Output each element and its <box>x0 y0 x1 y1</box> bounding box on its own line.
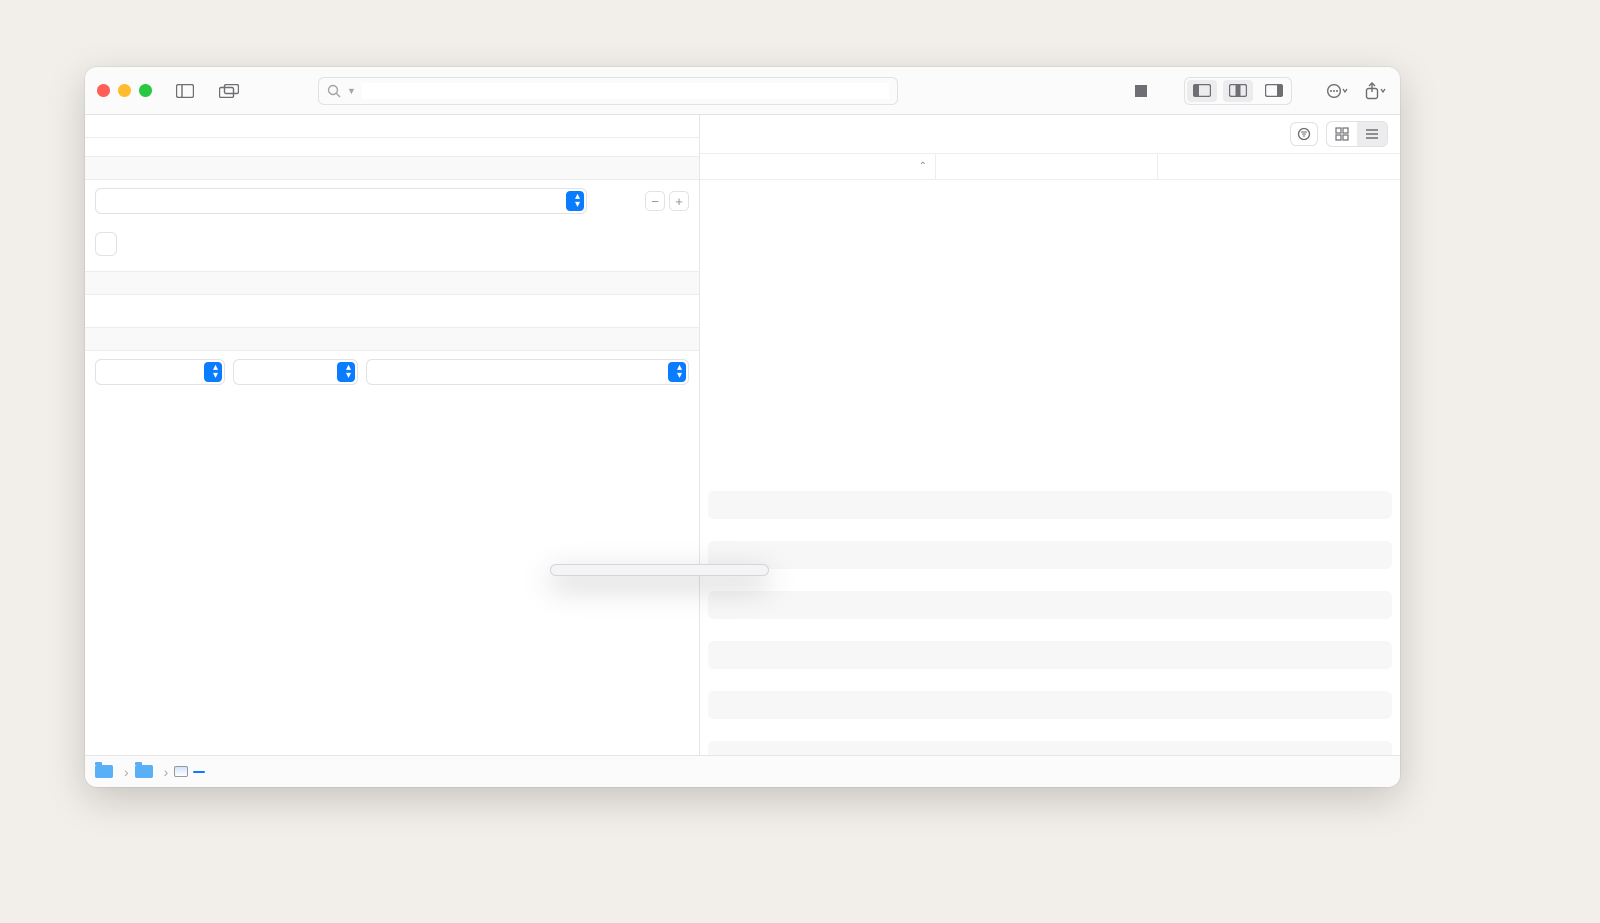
path-segment-selected[interactable] <box>174 766 205 777</box>
location-select[interactable]: ▴▾ <box>95 188 587 214</box>
layout-right-icon[interactable] <box>1259 80 1289 102</box>
fullscreen-button[interactable] <box>139 84 152 97</box>
results-rows <box>700 180 1400 473</box>
layout-split-icon[interactable] <box>1223 80 1253 102</box>
remove-button[interactable]: − <box>645 191 665 211</box>
results-pane: ⌃ <box>700 115 1400 787</box>
limit-heading <box>85 327 699 351</box>
column-name[interactable]: ⌃ <box>700 154 936 179</box>
search-input[interactable] <box>362 83 889 99</box>
layout-segment <box>1184 77 1292 105</box>
limit-order-select[interactable]: ▴▾ <box>233 359 358 385</box>
chevron-right-icon: › <box>164 764 169 780</box>
exclude-locations-chip[interactable] <box>95 232 117 256</box>
column-kind[interactable] <box>936 154 1158 179</box>
refine-heading <box>85 115 699 138</box>
windows-icon[interactable] <box>214 78 244 104</box>
more-menu-icon[interactable] <box>1322 78 1352 104</box>
path-segment[interactable] <box>135 765 158 778</box>
locations-heading <box>85 156 699 180</box>
column-modified[interactable] <box>1158 154 1400 179</box>
list-view-icon[interactable] <box>1357 122 1387 146</box>
grid-view-icon[interactable] <box>1327 122 1357 146</box>
limit-by-select[interactable]: ▴▾ <box>366 359 689 385</box>
context-menu <box>550 564 769 576</box>
placeholder-rows <box>700 473 1400 787</box>
column-headers: ⌃ <box>700 154 1400 180</box>
limit-count-select[interactable]: ▴▾ <box>95 359 225 385</box>
path-segment[interactable] <box>95 765 118 778</box>
tags-heading <box>85 271 699 295</box>
stop-icon[interactable] <box>1126 78 1156 104</box>
folder-icon <box>95 765 113 778</box>
add-button[interactable]: + <box>669 191 689 211</box>
path-bar: › › <box>85 755 1400 787</box>
toolbar: ▼ <box>85 67 1400 115</box>
app-window: ▼ ▴▾ <box>85 67 1400 787</box>
chevron-right-icon: › <box>124 764 129 780</box>
layout-left-icon[interactable] <box>1187 80 1217 102</box>
image-file-icon <box>174 766 188 777</box>
filter-icon[interactable] <box>1290 122 1318 146</box>
refine-pane: ▴▾ − + ▴▾ ▴▾ ▴▾ <box>85 115 700 787</box>
minimize-button[interactable] <box>118 84 131 97</box>
sidebar-toggle-icon[interactable] <box>170 78 200 104</box>
tags-list <box>85 295 699 327</box>
filter-rows <box>85 138 699 156</box>
close-button[interactable] <box>97 84 110 97</box>
window-controls <box>97 84 152 97</box>
share-icon[interactable] <box>1360 78 1390 104</box>
view-mode-segment <box>1326 121 1388 147</box>
folder-icon <box>135 765 153 778</box>
search-field[interactable]: ▼ <box>318 77 898 105</box>
